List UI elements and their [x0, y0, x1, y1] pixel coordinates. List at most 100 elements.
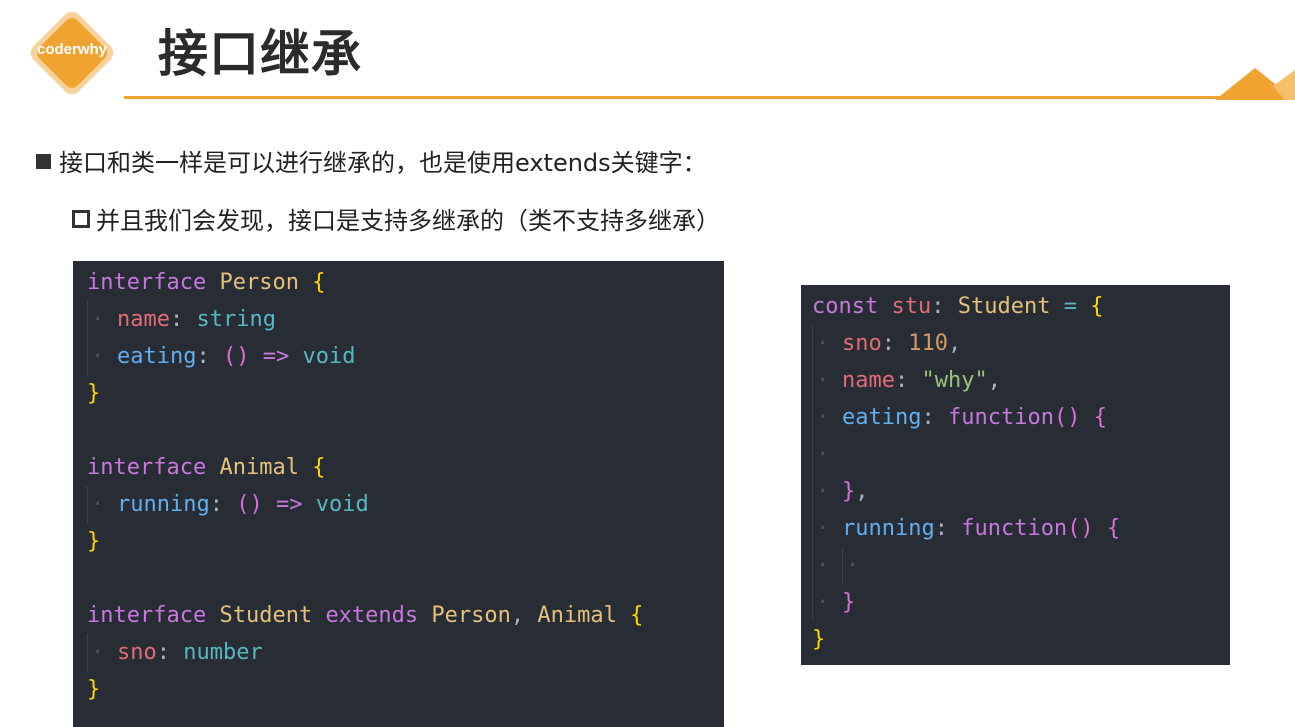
code-token-keyword: interface	[87, 603, 207, 628]
code-token-punct: ,	[948, 331, 962, 356]
code-line-empty	[812, 547, 1230, 584]
code-token-builtin: void	[315, 492, 369, 517]
bullet-text-2: 并且我们会发现，接口是支持多继承的（类不支持多继承）	[96, 207, 720, 235]
code-token-paren: ()	[1067, 516, 1094, 541]
logo-text: coderwhy	[36, 41, 108, 58]
code-token-method: eating	[117, 344, 197, 369]
code-line: const stu: Student = {	[812, 288, 1230, 325]
code-token-punct: :	[931, 294, 945, 319]
code-line: name: "why",	[812, 362, 1230, 399]
code-token-brace: {	[1090, 294, 1104, 319]
code-line: interface Animal {	[87, 449, 724, 486]
code-token-method: running	[117, 492, 210, 517]
code-line: sno: 110,	[812, 325, 1230, 362]
code-token-property: name	[117, 307, 170, 332]
code-token-property: name	[842, 368, 895, 393]
code-token-paren: ()	[1053, 405, 1081, 430]
code-token-property: sno	[842, 331, 882, 356]
title-underline	[124, 96, 1295, 99]
code-line: eating: function() {	[812, 399, 1230, 436]
code-token-method: eating	[842, 405, 922, 430]
code-token-keyword: extends	[325, 603, 419, 628]
code-token-punct: :	[921, 405, 935, 430]
code-token-punct: ,	[855, 479, 869, 504]
code-line: }	[87, 671, 724, 708]
code-token-punct: :	[934, 516, 948, 541]
code-line: eating: () => void	[87, 338, 724, 375]
indent-guide	[812, 473, 842, 510]
code-token-keyword: interface	[87, 270, 207, 295]
code-block-object-literal: const stu: Student = { sno: 110, name: "…	[801, 285, 1230, 665]
indent-guide	[87, 634, 117, 671]
code-token-type: Student	[957, 294, 1051, 319]
code-line-empty	[812, 436, 1230, 473]
code-token-brace: }	[842, 590, 856, 615]
code-token-builtin: string	[196, 307, 276, 332]
code-token-brace: {	[312, 455, 326, 480]
code-line: }	[87, 523, 724, 560]
code-token-punct: ,	[987, 368, 1001, 393]
indent-guide	[87, 301, 117, 338]
indent-guide	[812, 325, 842, 362]
code-token-paren: ()	[236, 492, 263, 517]
code-token-builtin: number	[183, 640, 263, 665]
code-token-type: Student	[219, 603, 313, 628]
code-token-type: Person	[431, 603, 511, 628]
coderwhy-logo: coderwhy	[26, 7, 118, 99]
code-token-keyword: function	[947, 405, 1054, 430]
code-token-punct: ,	[510, 603, 525, 628]
code-token-keyword: const	[812, 294, 879, 319]
code-token-brace: }	[842, 479, 856, 504]
corner-mountain-icon	[1215, 68, 1295, 100]
code-token-punct: :	[209, 492, 223, 517]
code-line: }	[812, 621, 1230, 658]
code-token-brace: {	[312, 270, 326, 295]
code-block-interfaces: interface Person { name: string eating: …	[73, 261, 724, 727]
indent-guide	[812, 399, 842, 436]
code-token-arrow: =>	[262, 344, 290, 369]
code-token-number: 110	[908, 331, 948, 356]
bullet-point-2: 并且我们会发现，接口是支持多继承的（类不支持多继承）	[72, 201, 720, 236]
code-line: running: () => void	[87, 486, 724, 523]
code-token-variable: stu	[891, 294, 932, 319]
filled-square-bullet-icon	[36, 154, 51, 169]
code-token-punct: :	[156, 640, 170, 665]
bullet-point-1: 接口和类一样是可以进行继承的，也是使用extends关键字：	[36, 143, 707, 178]
page-title: 接口继承	[158, 25, 362, 83]
indent-guide	[87, 486, 117, 523]
code-line: },	[812, 473, 1230, 510]
code-token-string: "why"	[921, 368, 988, 393]
code-line: sno: number	[87, 634, 724, 671]
indent-guide	[812, 510, 842, 547]
indent-guide	[812, 436, 842, 473]
code-line: interface Person {	[87, 264, 724, 301]
indent-guide	[842, 547, 872, 584]
code-token-punct: :	[169, 307, 184, 332]
code-token-brace: }	[87, 529, 101, 554]
code-token-punct: :	[196, 344, 210, 369]
code-token-paren: ()	[222, 344, 250, 369]
indent-guide	[812, 584, 842, 621]
code-token-punct: :	[894, 368, 909, 393]
code-token-type: Animal	[219, 455, 299, 480]
code-token-brace: {	[1106, 516, 1121, 541]
hollow-square-bullet-icon	[72, 210, 90, 228]
code-line: }	[812, 584, 1230, 621]
code-token-keyword: interface	[87, 455, 207, 480]
code-token-punct: :	[881, 331, 895, 356]
indent-guide	[812, 362, 842, 399]
code-token-type: Animal	[537, 603, 617, 628]
code-token-brace: }	[87, 677, 101, 702]
code-token-brace: }	[87, 381, 101, 406]
code-token-method: running	[842, 516, 935, 541]
code-token-brace: {	[1093, 405, 1107, 430]
code-token-builtin: void	[302, 344, 356, 369]
code-token-operator: =	[1063, 294, 1077, 319]
indent-guide	[87, 338, 117, 375]
code-line: running: function() {	[812, 510, 1230, 547]
code-token-type: Person	[219, 270, 299, 295]
code-token-property: sno	[117, 640, 157, 665]
code-token-brace: }	[812, 627, 826, 652]
